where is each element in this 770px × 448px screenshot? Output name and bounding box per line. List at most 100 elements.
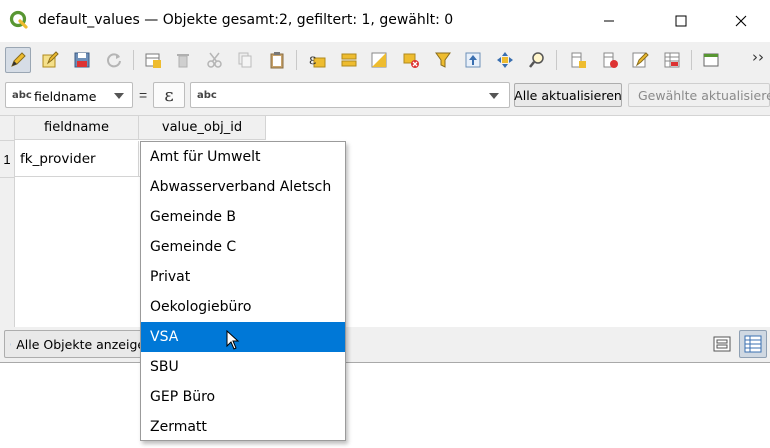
- value-type-badge: abc: [197, 90, 217, 101]
- move-top-icon: [465, 52, 481, 68]
- paste-button[interactable]: [264, 47, 290, 73]
- toolbar-separator: [133, 50, 134, 70]
- expression-icon: ε: [164, 84, 174, 106]
- field-selector[interactable]: abc fieldname: [5, 82, 133, 108]
- dropdown-option[interactable]: Abwasserverband Aletsch: [141, 172, 345, 202]
- maximize-button[interactable]: [658, 0, 704, 42]
- dropdown-option[interactable]: SBU: [141, 352, 345, 382]
- cut-icon: [207, 52, 222, 68]
- dropdown-option[interactable]: Oekologiebüro: [141, 292, 345, 322]
- reload-icon: [107, 53, 121, 68]
- filter-icon: [435, 52, 451, 68]
- cell-fieldname[interactable]: fk_provider: [15, 141, 139, 177]
- select-all-button[interactable]: [336, 47, 362, 73]
- mouse-cursor-icon: [226, 330, 240, 350]
- toolbar-separator: [556, 50, 557, 70]
- cut-button[interactable]: [202, 47, 228, 73]
- copy-button[interactable]: [232, 47, 258, 73]
- deselect-all-button[interactable]: [398, 47, 424, 73]
- table-view-button[interactable]: [739, 330, 767, 358]
- toolbar-overflow-button[interactable]: ››: [752, 48, 764, 66]
- select-by-expression-button[interactable]: ε: [304, 47, 330, 73]
- delete-feature-icon: [177, 54, 189, 68]
- minimize-button[interactable]: [586, 0, 632, 42]
- save-edits-icon: [74, 52, 90, 68]
- value-input[interactable]: abc: [190, 82, 510, 108]
- invert-selection-icon: [371, 52, 387, 68]
- zoom-map-icon: [529, 52, 544, 68]
- zoom-to-selection-button[interactable]: [524, 47, 550, 73]
- conditional-formatting-button[interactable]: [659, 47, 685, 73]
- dropdown-option[interactable]: Gemeinde B: [141, 202, 345, 232]
- edit-pencil-icon: [11, 52, 26, 67]
- expression-select-icon: ε: [309, 52, 326, 68]
- paste-icon: [270, 52, 284, 69]
- toolbar: ε: [0, 42, 770, 78]
- multi-edit-icon: [42, 51, 59, 68]
- conditional-format-icon: [664, 52, 680, 68]
- table-icon: [10, 343, 12, 345]
- dock-icon: [703, 53, 719, 67]
- bottom-bar: Alle Objekte anzeigen: [0, 327, 770, 362]
- copy-icon: [238, 52, 252, 68]
- deselect-icon: [403, 53, 419, 68]
- show-all-features-button[interactable]: Alle Objekte anzeigen: [4, 330, 154, 358]
- qgis-logo-icon: [9, 10, 28, 29]
- column-header-value-obj-id[interactable]: value_obj_id: [139, 116, 266, 140]
- delete-field-icon: [603, 52, 618, 68]
- row-header-area: [0, 178, 15, 328]
- equals-label: =: [139, 87, 148, 103]
- new-field-icon: [571, 52, 586, 68]
- svg-text:ε: ε: [309, 52, 316, 68]
- chevron-down-icon: [489, 93, 499, 99]
- filter-button[interactable]: [430, 47, 456, 73]
- add-feature-button[interactable]: [140, 47, 166, 73]
- toolbar-separator: [296, 50, 297, 70]
- close-icon: [735, 15, 747, 27]
- field-type-badge: abc: [12, 90, 32, 101]
- invert-selection-button[interactable]: [366, 47, 392, 73]
- maximize-icon: [675, 15, 687, 27]
- toolbar-separator: [691, 50, 692, 70]
- attribute-table-window: default_values — Objekte gesamt:2, gefil…: [0, 0, 770, 363]
- expression-builder-button[interactable]: ε: [153, 82, 185, 108]
- field-calculator-button[interactable]: [627, 47, 653, 73]
- dropdown-option-selected[interactable]: VSA: [141, 322, 345, 352]
- window-title: default_values — Objekte gesamt:2, gefil…: [38, 12, 454, 28]
- attribute-table: fieldname value_obj_id 1 fk_provider: [0, 115, 770, 328]
- update-selected-button[interactable]: Gewählte aktualisieren: [628, 83, 770, 107]
- new-field-button[interactable]: [565, 47, 591, 73]
- dropdown-option[interactable]: Zermatt: [141, 412, 345, 442]
- dock-table-button[interactable]: [698, 47, 724, 73]
- value-dropdown-list: Amt für Umwelt Abwasserverband Aletsch G…: [140, 141, 346, 441]
- table-view-icon: [744, 335, 762, 353]
- reload-button[interactable]: [101, 47, 127, 73]
- column-header-fieldname[interactable]: fieldname: [15, 116, 139, 140]
- row-header[interactable]: 1: [0, 141, 15, 178]
- multi-edit-button[interactable]: [37, 47, 63, 73]
- pan-map-icon: [497, 52, 513, 68]
- save-edits-button[interactable]: [69, 47, 95, 73]
- dropdown-option[interactable]: Gemeinde C: [141, 232, 345, 262]
- delete-feature-button[interactable]: [170, 47, 196, 73]
- close-button[interactable]: [718, 0, 764, 42]
- update-all-button[interactable]: Alle aktualisieren: [514, 83, 622, 107]
- delete-field-button[interactable]: [597, 47, 623, 73]
- form-view-icon: [713, 336, 731, 352]
- add-feature-icon: [145, 53, 161, 68]
- minimize-icon: [604, 20, 614, 22]
- dropdown-option[interactable]: Privat: [141, 262, 345, 292]
- form-view-button[interactable]: [708, 330, 736, 358]
- table-corner[interactable]: [0, 116, 15, 141]
- toggle-edit-button[interactable]: [5, 47, 31, 73]
- field-calculator-icon: [632, 52, 649, 68]
- title-bar: default_values — Objekte gesamt:2, gefil…: [0, 0, 770, 42]
- dropdown-option[interactable]: Amt für Umwelt: [141, 142, 345, 172]
- select-all-icon: [341, 53, 357, 67]
- chevron-down-icon: [114, 93, 124, 99]
- dropdown-option[interactable]: GEP Büro: [141, 382, 345, 412]
- pan-to-selection-button[interactable]: [492, 47, 518, 73]
- show-all-label: Alle Objekte anzeigen: [16, 336, 153, 352]
- move-selection-top-button[interactable]: [460, 47, 486, 73]
- field-selector-value: fieldname: [34, 89, 97, 104]
